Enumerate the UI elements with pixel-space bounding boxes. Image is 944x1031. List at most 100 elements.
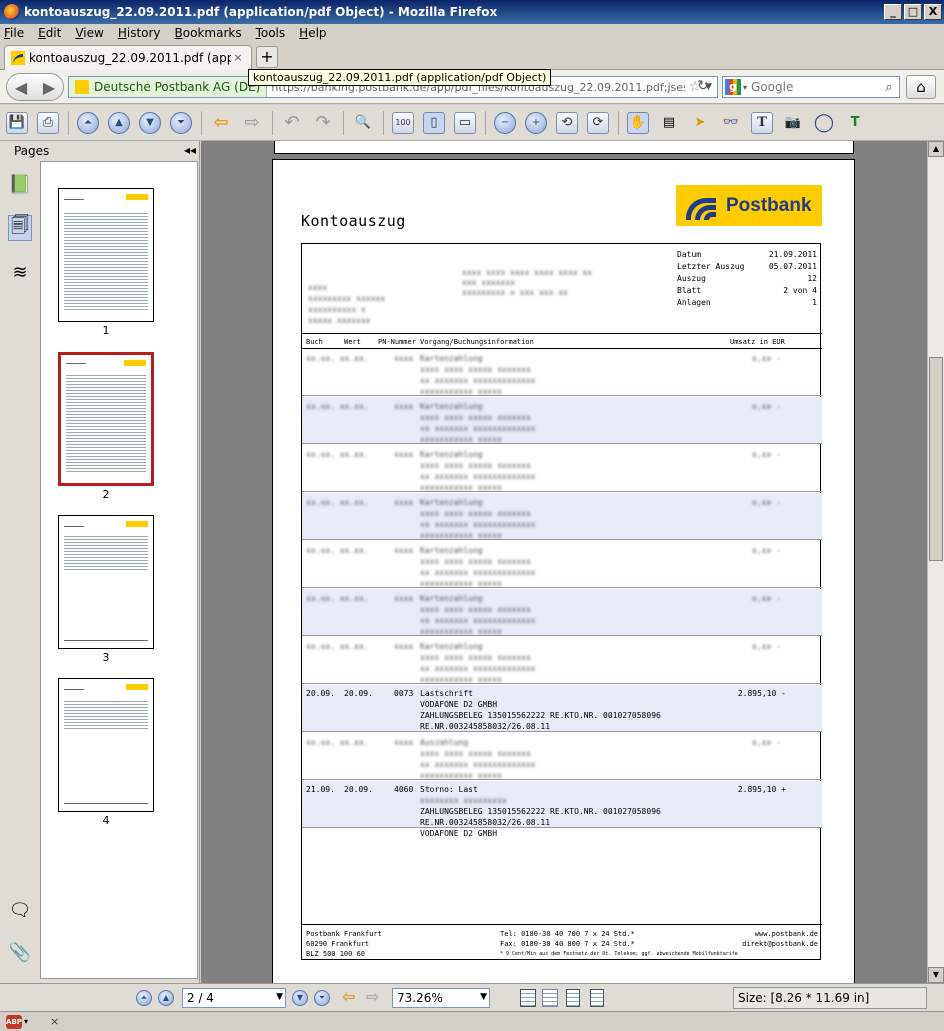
go-back-view-icon[interactable]: ⇦ [210, 112, 232, 134]
undo-icon[interactable]: ↶ [281, 112, 303, 134]
zoom-out-icon[interactable]: − [494, 111, 516, 134]
transaction-detail-line: ZAHLUNGSBELEG 135015562222 RE.KTO.NR. 00… [420, 807, 661, 816]
minimize-button[interactable]: _ [884, 4, 902, 20]
fit-page-icon[interactable]: ▯ [423, 111, 445, 134]
close-button[interactable]: X [924, 4, 942, 20]
tab-close-icon[interactable]: × [231, 51, 245, 65]
redo-icon[interactable]: ↷ [312, 112, 334, 134]
hand-tool-icon[interactable]: ✋ [627, 111, 649, 134]
rotate-right-icon[interactable]: ⟳ [587, 111, 609, 134]
go-forward-view-icon[interactable]: ⇨ [241, 112, 263, 134]
page-thumbnail-2[interactable] [58, 352, 154, 486]
browser-status-bar: ABP ▾ × [0, 1011, 944, 1031]
page-thumbnail-1[interactable] [58, 188, 154, 322]
pages-panel-title: Pages [14, 144, 50, 158]
tab-kontoauszug[interactable]: kontoauszug_22.09.2011.pdf (application/… [4, 45, 252, 70]
save-icon[interactable]: 💾 [6, 111, 28, 134]
previous-page-icon[interactable]: ▲ [108, 111, 130, 134]
menu-file[interactable]: File [4, 26, 24, 40]
zoom-select[interactable]: 73.26% ▼ [392, 988, 490, 1008]
menu-bookmarks[interactable]: Bookmarks [175, 26, 242, 40]
highlight-icon[interactable]: T [844, 112, 866, 134]
footer-contact: Tel: 0180-30 40 700 7 x 24 Std.* Fax: 01… [500, 929, 635, 949]
first-page-small-icon[interactable]: ⏶ [136, 990, 152, 1006]
attachments-icon[interactable]: 📎 [8, 939, 32, 965]
search-input[interactable]: Google [747, 80, 879, 94]
last-page-small-icon[interactable]: ⏷ [314, 990, 330, 1006]
info-row: Auszug 12 [677, 274, 817, 286]
thumbnail-line [66, 363, 86, 364]
transaction-detail-line: RE.NR.003245858032/26.08.11 [420, 722, 551, 731]
actual-size-icon[interactable]: 100 [392, 111, 414, 134]
first-page-icon[interactable]: ⏶ [77, 111, 99, 134]
page-thumbnail-4[interactable] [58, 678, 154, 812]
forward-view-small-icon[interactable]: ⇨ [366, 987, 379, 1006]
chevron-down-icon: ▼ [276, 992, 283, 1002]
snapshot-icon[interactable]: 📷 [782, 112, 804, 134]
page-number-select[interactable]: 2 / 4 ▼ [182, 988, 286, 1008]
toolbar-separator [272, 110, 273, 135]
scroll-up-icon[interactable]: ▲ [928, 141, 944, 157]
search-bar[interactable]: g ▾ Google ⌕ [722, 76, 900, 98]
continuous-facing-layout-icon[interactable] [590, 989, 604, 1007]
menu-history[interactable]: History [118, 26, 161, 40]
reload-icon[interactable]: ↻ [694, 78, 712, 96]
forward-arrow-icon[interactable]: ▶ [43, 78, 55, 97]
back-view-small-icon[interactable]: ⇦ [342, 987, 355, 1006]
pages-tab-icon[interactable]: 🗐 [8, 215, 32, 241]
info-row: Anlagen 1 [677, 298, 817, 310]
layers-icon[interactable]: ≋ [8, 259, 32, 285]
next-page-icon[interactable]: ▼ [139, 111, 161, 134]
adblock-dropdown-icon[interactable]: ▾ [24, 1017, 28, 1026]
transaction-row: xx.xx. xx.xx. xxxx Kartenzahlung xxxx xxxx … [302, 589, 822, 636]
site-identity-button[interactable]: Deutsche Postbank AG (DE) [69, 77, 268, 97]
text-tool-icon[interactable]: T [751, 111, 773, 134]
home-button[interactable]: ⌂ [906, 75, 936, 99]
print-icon[interactable]: ⎙ [37, 111, 59, 134]
close-status-icon[interactable]: × [50, 1015, 59, 1028]
continuous-layout-icon[interactable] [542, 989, 558, 1007]
side-panel-icons: 📗 🗐 ≋ 🗨 📎 [0, 141, 40, 983]
find-icon[interactable]: 👓 [720, 112, 742, 134]
col-wert: Wert [344, 338, 361, 346]
menu-help[interactable]: Help [299, 26, 326, 40]
rotate-left-icon[interactable]: ⟲ [556, 111, 578, 134]
back-arrow-icon[interactable]: ◀ [15, 78, 27, 97]
next-page-small-icon[interactable]: ▼ [292, 990, 308, 1006]
page-thumbnail-3[interactable] [58, 515, 154, 649]
document-properties-icon[interactable]: 📗 [8, 171, 32, 197]
last-page-icon[interactable]: ⏷ [170, 111, 192, 134]
pointer-icon[interactable]: ➤ [689, 112, 711, 134]
vertical-scrollbar[interactable]: ▲ ▼ [927, 141, 944, 983]
previous-page-small-icon[interactable]: ▲ [158, 990, 174, 1006]
footer-branch-line: Postbank Frankfurt [306, 930, 382, 938]
pdf-viewer[interactable]: Kontoauszug Postbank xxxx xxxxxxxxx xxxxx… [201, 141, 927, 983]
pdf-toolbar: 💾 ⎙ ⏶ ▲ ▼ ⏷ ⇦ ⇨ ↶ ↷ 🔍 100 ▯ ▭ − + ⟲ ⟳ ✋ … [0, 105, 944, 141]
select-text-icon[interactable]: ▤ [658, 112, 680, 134]
collapse-panel-icon[interactable]: ◂◂ [184, 143, 196, 157]
zoom-in-icon[interactable]: + [525, 111, 547, 134]
thumbnail-content [64, 211, 148, 311]
scroll-down-icon[interactable]: ▼ [928, 967, 944, 983]
comments-icon[interactable]: 🗨 [8, 897, 32, 923]
footer-phone: Tel: 0180-30 40 700 7 x 24 Std.* [500, 930, 635, 938]
facing-layout-icon[interactable] [566, 989, 580, 1007]
info-label: Datum [677, 250, 702, 259]
fit-width-icon[interactable]: ▭ [454, 111, 476, 134]
google-engine-icon[interactable]: g [725, 79, 741, 95]
adblock-plus-icon[interactable]: ABP [6, 1014, 22, 1029]
search-magnifier-icon[interactable]: ⌕ [879, 80, 899, 95]
single-page-layout-icon[interactable] [520, 989, 536, 1007]
menu-view[interactable]: View [75, 26, 103, 40]
new-tab-button[interactable]: + [256, 46, 278, 68]
footer-branch-line: BLZ 500 100 60 [306, 950, 366, 958]
info-row: Letzter Auszug 05.07.2011 [677, 262, 817, 274]
transaction-detail-line: Lastschrift [420, 689, 473, 698]
menu-edit[interactable]: Edit [38, 26, 61, 40]
zoom-tool-icon[interactable]: 🔍 [352, 112, 374, 134]
info-label: Auszug [677, 274, 706, 283]
maximize-button[interactable]: □ [904, 4, 922, 20]
menu-tools[interactable]: Tools [256, 26, 286, 40]
scrollbar-thumb[interactable] [929, 357, 943, 561]
shape-tool-icon[interactable]: ◯ [813, 112, 835, 134]
